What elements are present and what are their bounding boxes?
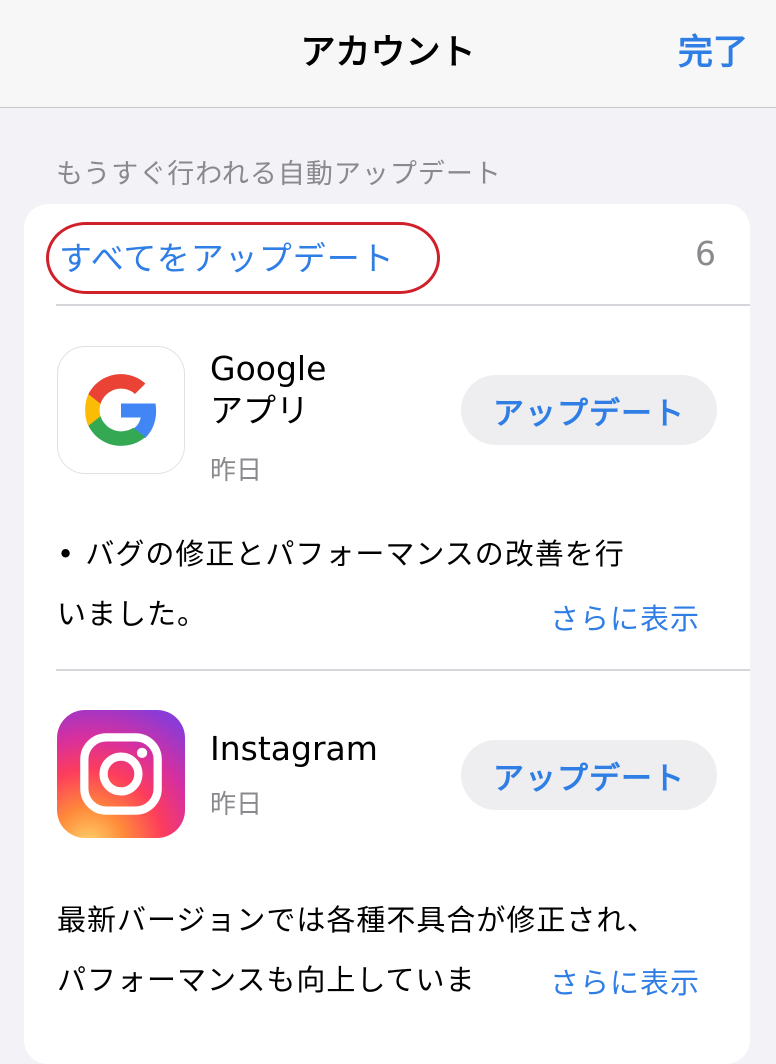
divider [56,304,750,306]
app-name-line: Google [210,349,327,388]
show-more-instagram-link[interactable]: さらに表示 [532,960,701,1002]
google-g-icon[interactable] [57,346,185,474]
page-title: アカウント [300,33,476,73]
update-instagram-button[interactable]: アップデート [461,740,717,810]
app-name-instagram: Instagram [210,729,378,768]
show-more-google-link[interactable]: さらに表示 [532,596,701,638]
navigation-bar: アカウント 完了 [0,0,776,108]
instagram-camera-icon[interactable] [57,710,185,838]
app-name-line: アプリ [210,391,309,430]
update-all-row: すべてをアップデート 6 [24,204,750,304]
app-date-google: 昨日 [210,456,263,486]
section-header-auto-updates: もうすぐ行われる自動アップデート [56,159,502,190]
update-count: 6 [695,234,716,273]
release-notes-line: 最新バージョンでは各種不具合が修正され、 [57,903,657,937]
done-button[interactable]: 完了 [678,24,748,75]
release-notes-line: • バグの修正とパフォーマンスの改善を行 [57,537,625,571]
app-name-google: Google アプリ [210,348,326,432]
updates-card: すべてをアップデート 6 Google アプリ 昨日 アップデート • バグの修… [24,204,750,1064]
app-date-instagram: 昨日 [210,790,263,820]
text-fade [474,956,534,1006]
update-all-button[interactable]: すべてをアップデート [59,232,395,280]
update-google-button[interactable]: アップデート [461,375,717,445]
divider [56,669,750,671]
